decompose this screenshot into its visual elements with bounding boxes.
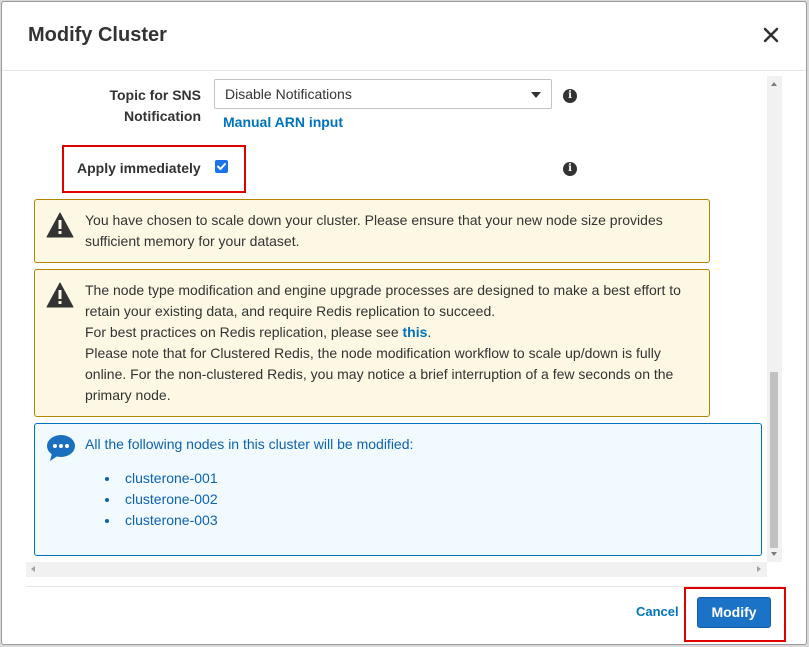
sns-topic-select[interactable]: Disable Notifications: [214, 79, 552, 109]
scrollbar-thumb[interactable]: [770, 372, 778, 548]
info-icon[interactable]: i: [563, 162, 577, 176]
scroll-up-icon[interactable]: [771, 82, 777, 86]
sns-topic-select-value: Disable Notifications: [225, 86, 352, 102]
footer-divider: [26, 586, 782, 587]
node-type-warning-line3: Please note that for Clustered Redis, th…: [85, 345, 674, 403]
replication-best-practices-link[interactable]: this: [403, 324, 428, 340]
chat-bubble-icon: [47, 435, 75, 461]
manual-arn-link[interactable]: Manual ARN input: [223, 114, 343, 130]
close-icon: [763, 27, 779, 43]
node-type-warning-text: The node type modification and engine up…: [85, 280, 700, 406]
node-list-item: clusterone-001: [105, 468, 218, 489]
replication-text: For best practices on Redis replication,…: [85, 324, 399, 340]
sns-topic-label-line2: Notification: [124, 108, 201, 124]
horizontal-scrollbar[interactable]: [26, 562, 767, 577]
node-type-warning-line2: For best practices on Redis replication,…: [85, 322, 700, 343]
scroll-right-icon[interactable]: [757, 566, 761, 572]
node-list-item: clusterone-003: [105, 510, 218, 531]
sns-topic-label: Topic for SNS Notification: [86, 85, 201, 127]
modify-button-highlight: [684, 587, 786, 642]
apply-immediately-highlight: [62, 145, 246, 193]
dialog-body[interactable]: Topic for SNS Notification Disable Notif…: [26, 76, 782, 576]
vertical-scrollbar[interactable]: [767, 76, 782, 562]
node-list-item: clusterone-002: [105, 489, 218, 510]
sns-topic-label-line1: Topic for SNS: [109, 87, 201, 103]
node-type-warning-line1: The node type modification and engine up…: [85, 282, 681, 319]
scale-down-warning-text: You have chosen to scale down your clust…: [85, 212, 663, 249]
dialog-title: Modify Cluster: [28, 24, 167, 46]
scroll-left-icon[interactable]: [31, 566, 35, 572]
scroll-down-icon[interactable]: [771, 552, 777, 556]
cancel-button[interactable]: Cancel: [636, 604, 679, 619]
warning-icon: [46, 282, 74, 308]
info-icon[interactable]: i: [563, 89, 577, 103]
chevron-down-icon: [531, 92, 541, 98]
nodes-info-alert: All the following nodes in this cluster …: [34, 423, 762, 556]
node-type-warning: The node type modification and engine up…: [34, 269, 710, 417]
nodes-list: clusterone-001 clusterone-002 clusterone…: [105, 468, 218, 531]
replication-text-suffix: .: [427, 324, 432, 340]
dialog-header: Modify Cluster: [2, 2, 806, 71]
close-button[interactable]: [762, 26, 780, 44]
scale-down-warning: You have chosen to scale down your clust…: [34, 199, 710, 263]
nodes-info-heading: All the following nodes in this cluster …: [85, 436, 414, 452]
warning-icon: [46, 212, 74, 238]
